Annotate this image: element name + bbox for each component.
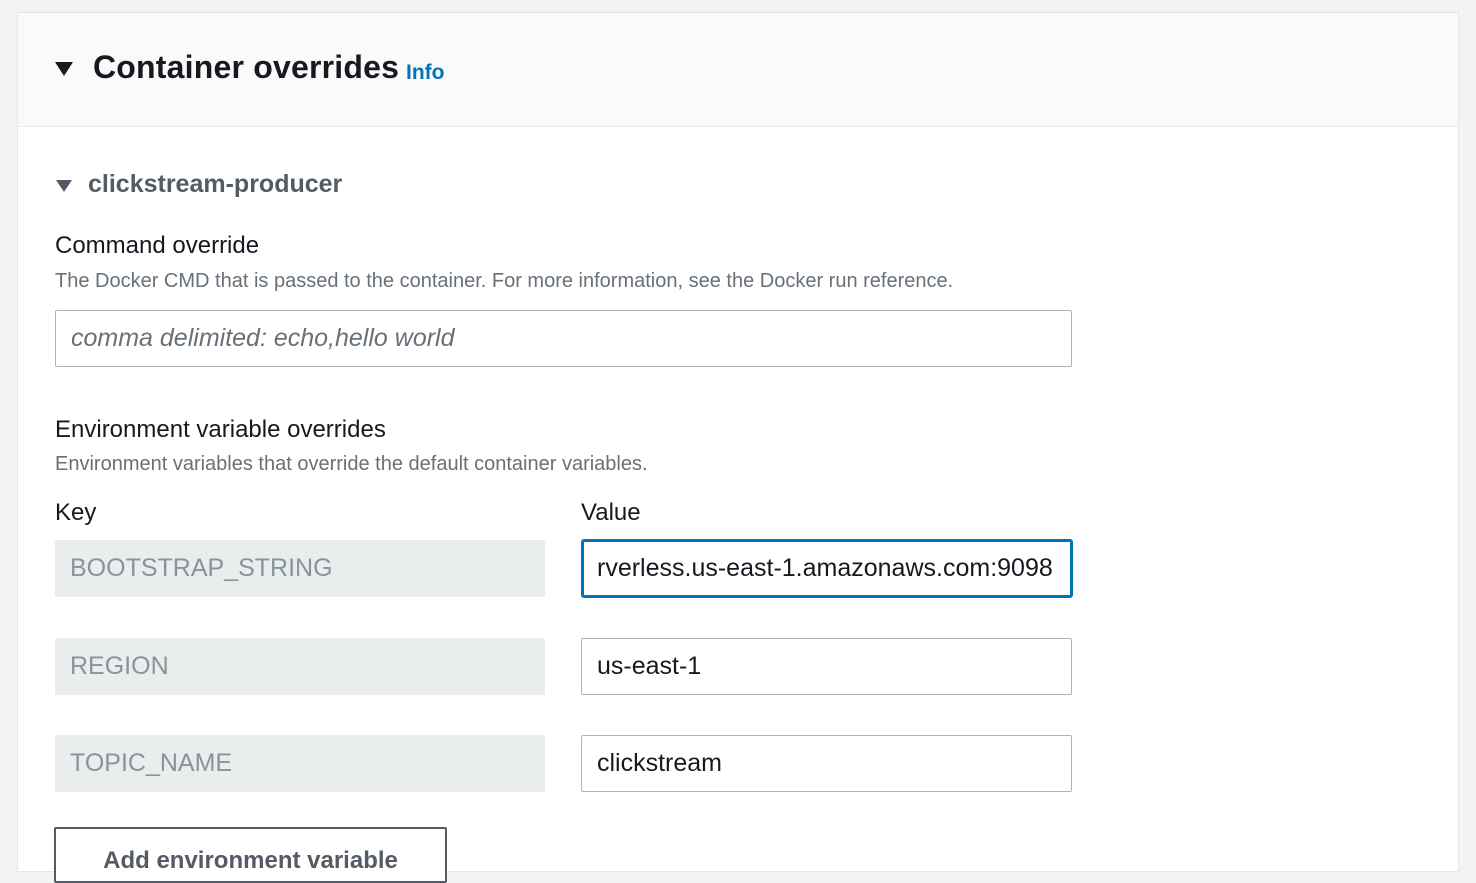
env-key-field: BOOTSTRAP_STRING [55, 540, 545, 597]
env-overrides-label: Environment variable overrides [55, 416, 386, 443]
command-override-input[interactable] [55, 310, 1072, 367]
env-overrides-description: Environment variables that override the … [55, 453, 648, 475]
caret-down-icon[interactable] [56, 180, 72, 192]
caret-down-icon[interactable] [55, 62, 73, 76]
env-value-input[interactable] [581, 638, 1072, 695]
container-name-toggle[interactable]: clickstream-producer [88, 170, 342, 199]
env-value-input[interactable] [581, 539, 1073, 598]
panel-header[interactable]: Container overrides Info [18, 13, 1458, 127]
info-link[interactable]: Info [406, 61, 444, 85]
add-environment-variable-button[interactable]: Add environment variable [54, 827, 447, 883]
env-value-input[interactable] [581, 735, 1072, 792]
panel-title: Container overrides [93, 49, 400, 85]
container-overrides-panel: Container overrides Info clickstream-pro… [17, 12, 1459, 883]
command-override-label: Command override [55, 232, 260, 259]
command-override-description: The Docker CMD that is passed to the con… [55, 270, 954, 292]
value-column-header: Value [581, 499, 641, 526]
key-column-header: Key [55, 499, 97, 526]
env-key-field: TOPIC_NAME [55, 735, 545, 792]
env-key-field: REGION [55, 638, 545, 695]
